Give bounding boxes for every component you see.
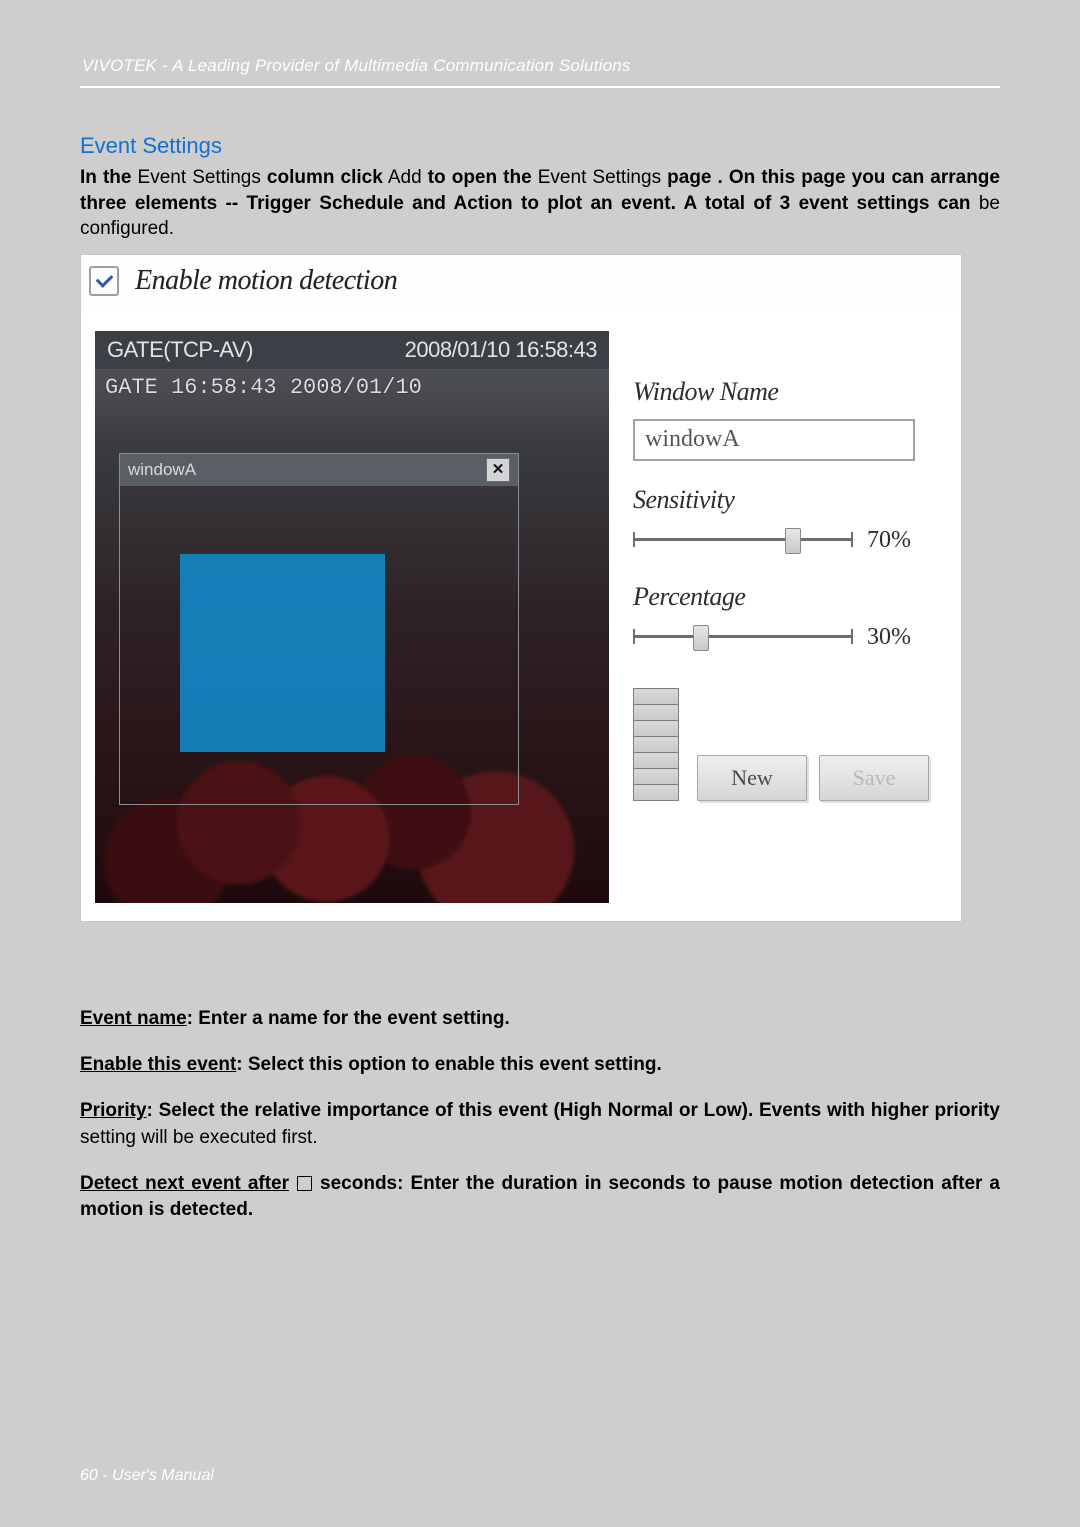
enable-motion-checkbox[interactable] — [89, 266, 119, 296]
sensitivity-row: 70% — [633, 527, 947, 554]
document-page: VIVOTEK - A Leading Provider of Multimed… — [0, 0, 1080, 1527]
percentage-label: Percentage — [633, 582, 947, 612]
enable-motion-label: Enable motion detection — [135, 265, 397, 297]
detection-window-caption: windowA ✕ — [120, 454, 518, 486]
preview-image: GATE 16:58:43 2008/01/10 windowA ✕ — [95, 369, 609, 903]
camera-preview: GATE(TCP-AV) 2008/01/10 16:58:43 GATE 16… — [95, 331, 609, 903]
percentage-value: 30% — [867, 624, 911, 651]
close-icon[interactable]: ✕ — [486, 458, 510, 482]
controls-panel: Window Name windowA Sensitivity 70% Perc… — [633, 331, 947, 903]
sensitivity-value: 70% — [867, 527, 911, 554]
sensitivity-label: Sensitivity — [633, 485, 947, 515]
preview-title-right: 2008/01/10 16:58:43 — [405, 337, 597, 363]
save-button[interactable]: Save — [819, 755, 929, 801]
sensitivity-slider[interactable] — [633, 528, 853, 552]
detection-highlight — [180, 554, 385, 752]
percentage-knob[interactable] — [693, 625, 709, 651]
motion-detection-screenshot: Enable motion detection GATE(TCP-AV) 200… — [80, 254, 962, 922]
window-name-input[interactable]: windowA — [633, 419, 915, 461]
preview-titlebar: GATE(TCP-AV) 2008/01/10 16:58:43 — [95, 331, 609, 369]
section-heading: Event Settings — [80, 133, 1000, 159]
app-body: GATE(TCP-AV) 2008/01/10 16:58:43 GATE 16… — [81, 311, 961, 921]
page-footer: 60 - User's Manual — [80, 1467, 214, 1485]
blank-box-icon — [297, 1176, 312, 1191]
preview-overlay-text: GATE 16:58:43 2008/01/10 — [105, 375, 422, 400]
window-name-label: Window Name — [633, 377, 947, 407]
preview-title-left: GATE(TCP-AV) — [107, 337, 253, 363]
percentage-slider[interactable] — [633, 625, 853, 649]
sensitivity-knob[interactable] — [785, 528, 801, 554]
button-row: New Save — [697, 755, 929, 801]
detection-window[interactable]: windowA ✕ — [119, 453, 519, 805]
new-button[interactable]: New — [697, 755, 807, 801]
level-meter — [633, 689, 679, 801]
detection-window-name: windowA — [128, 460, 196, 480]
body-text: Event name: Enter a name for the event s… — [80, 1006, 1000, 1223]
percentage-row: 30% — [633, 624, 947, 651]
header-bar: VIVOTEK - A Leading Provider of Multimed… — [80, 50, 1000, 88]
check-icon — [95, 270, 113, 288]
content-area: Event Settings In the Event Settings col… — [80, 88, 1000, 1223]
enable-motion-row: Enable motion detection — [81, 255, 961, 311]
intro-paragraph: In the Event Settings column click Add t… — [80, 165, 1000, 242]
controls-bottom-row: New Save — [633, 679, 947, 801]
